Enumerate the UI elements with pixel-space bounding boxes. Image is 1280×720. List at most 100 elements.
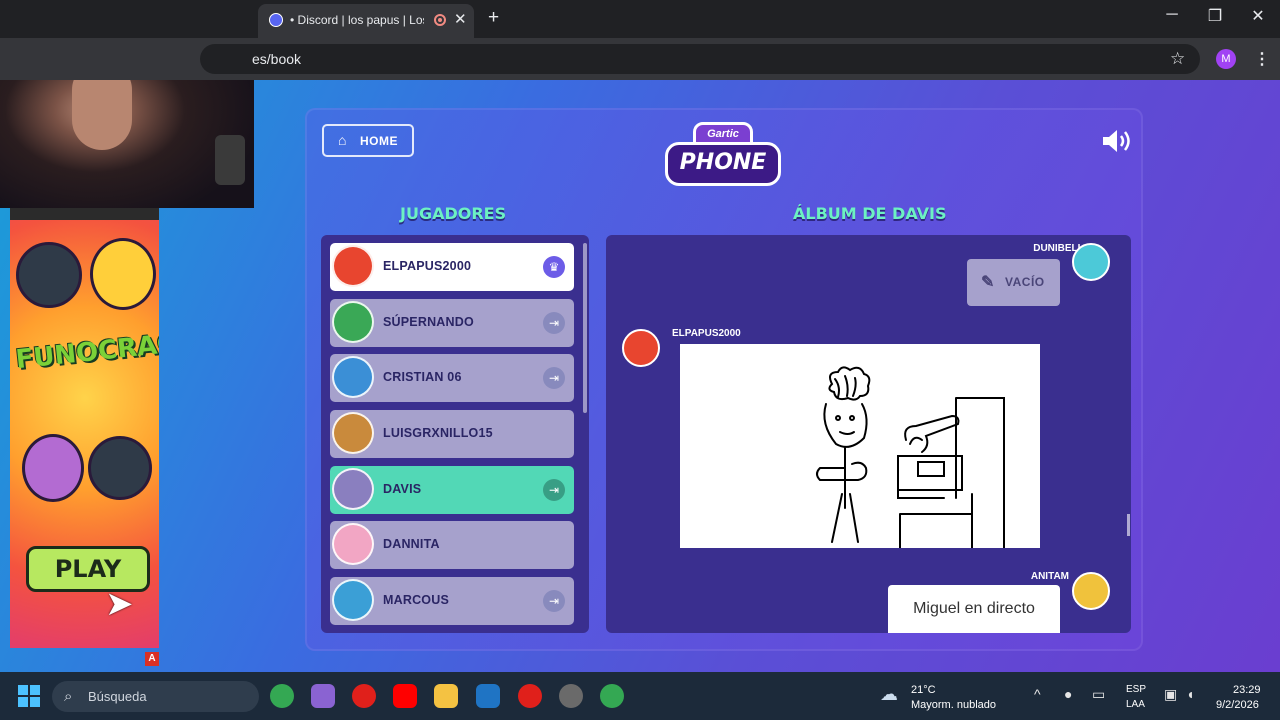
visual-studio-icon[interactable] (476, 684, 500, 708)
player-name: SÚPERNANDO (383, 315, 474, 329)
player-avatar (332, 356, 374, 398)
players-title: JUGADORES (400, 204, 507, 223)
network-icon[interactable]: ▣ (1164, 686, 1177, 703)
player-name: LUISGRXNILLO15 (383, 426, 493, 440)
tab-close-icon[interactable]: ✕ (454, 10, 467, 28)
tray-chevron-icon[interactable]: ^ (1034, 686, 1041, 702)
tab-title: • Discord | los papus | Los p (290, 13, 424, 27)
player-avatar (332, 579, 374, 621)
empty-label: VACÍO (1005, 275, 1045, 289)
discord-favicon-icon (269, 13, 283, 27)
page-content: ⌂ HOME Gartic PHONE JUGADORES ÁLBUM DE D… (0, 80, 1280, 672)
bookmark-star-icon[interactable]: ☆ (1170, 49, 1185, 69)
player-row[interactable]: SÚPERNANDO ⇥ (330, 299, 574, 347)
blond-character-icon (90, 238, 156, 310)
game-card: ⌂ HOME Gartic PHONE JUGADORES ÁLBUM DE D… (305, 108, 1143, 651)
url-field[interactable]: es/book (200, 44, 1200, 74)
profile-avatar[interactable]: M (1216, 49, 1236, 69)
clock-time[interactable]: 23:29 (1233, 684, 1261, 696)
new-tab-button[interactable]: + (488, 7, 499, 29)
album-scrollbar[interactable] (1127, 514, 1130, 536)
copilot-icon[interactable] (311, 684, 335, 708)
kick-icon[interactable]: ⇥ (543, 479, 565, 501)
search-label: Búsqueda (88, 689, 147, 704)
search-icon: ⌕ (64, 688, 73, 705)
temperature: 21°C (911, 684, 936, 696)
youtube-icon[interactable] (393, 684, 417, 708)
opera-icon[interactable] (352, 684, 376, 708)
tongue-emoji-icon (88, 436, 152, 500)
windows-start-icon[interactable] (18, 685, 40, 707)
empty-entry-bubble: ✎ VACÍO (967, 259, 1060, 306)
chrome-profile-icon[interactable] (600, 684, 624, 708)
home-button[interactable]: ⌂ HOME (322, 124, 414, 157)
author-name: ELPAPUS2000 (672, 328, 741, 339)
ad-banner[interactable]: FUNOCRACY PLAY ➤ (10, 208, 159, 648)
close-window-button[interactable]: ✕ (1243, 6, 1273, 26)
language-top[interactable]: ESP (1126, 684, 1146, 695)
microphone-tray-icon[interactable]: ● (1064, 686, 1072, 702)
windows-taskbar: ⌕ Búsqueda ☁ 21°C Mayorm. nublado ^ ● ▭ … (0, 672, 1280, 720)
author-avatar (1072, 572, 1110, 610)
chrome-icon[interactable] (270, 684, 294, 708)
player-avatar (332, 245, 374, 287)
player-avatar (332, 523, 374, 565)
player-name: DAVIS (383, 482, 422, 496)
kick-icon[interactable]: ⇥ (543, 312, 565, 334)
players-scrollbar[interactable] (583, 243, 587, 413)
author-avatar (622, 329, 660, 367)
clock-date[interactable]: 9/2/2026 (1216, 699, 1259, 711)
player-row[interactable]: DANNITA (330, 521, 574, 569)
home-icon: ⌂ (338, 132, 347, 148)
player-name: CRISTIAN 06 (383, 370, 462, 384)
player-row[interactable]: ELPAPUS2000 ♛ (330, 243, 574, 291)
old-man-character-icon (22, 434, 84, 502)
language-bottom[interactable]: LAA (1126, 699, 1145, 710)
player-row[interactable]: LUISGRXNILLO15 (330, 410, 574, 458)
author-avatar (1072, 243, 1110, 281)
players-list: ELPAPUS2000 ♛ SÚPERNANDO ⇥ CRISTIAN 06 ⇥… (321, 235, 589, 633)
player-row[interactable]: CRISTIAN 06 ⇥ (330, 354, 574, 402)
thumbs-up-character-icon (16, 242, 82, 308)
microphone-icon (215, 135, 245, 185)
kick-icon[interactable]: ⇥ (543, 367, 565, 389)
file-explorer-icon[interactable] (434, 684, 458, 708)
player-row[interactable]: MARCOUS ⇥ (330, 577, 574, 625)
ad-top-strip (10, 208, 159, 220)
recording-icon (434, 14, 446, 26)
ad-choices-badge[interactable]: A (145, 652, 159, 666)
browser-tab-bar: • Discord | los papus | Los p ✕ + ─ ❐ ✕ (0, 0, 1280, 38)
streamer-face (72, 80, 132, 150)
cursor-icon: ➤ (105, 585, 134, 623)
taskbar-search[interactable]: ⌕ Búsqueda (52, 681, 259, 712)
maximize-button[interactable]: ❐ (1200, 6, 1230, 26)
pencil-icon: ✎ (981, 274, 995, 291)
browser-menu-icon[interactable]: ⋮ (1254, 49, 1270, 69)
speaker-icon[interactable] (1101, 128, 1133, 154)
opera-gx-icon[interactable] (518, 684, 542, 708)
gartic-phone-logo: Gartic PHONE (665, 122, 781, 194)
album-title: ÁLBUM DE DAVIS (793, 204, 947, 223)
obs-icon[interactable] (559, 684, 583, 708)
player-name: ELPAPUS2000 (383, 259, 472, 273)
address-bar: es/book (0, 38, 1280, 80)
author-name: ANITAM (1030, 571, 1069, 582)
volume-icon[interactable]: ◖ (1186, 686, 1194, 702)
crown-icon: ♛ (543, 256, 565, 278)
logo-big-text: PHONE (665, 142, 781, 186)
home-label: HOME (360, 134, 398, 148)
webcam-overlay (0, 80, 254, 208)
url-text: es/book (252, 51, 302, 67)
player-avatar (332, 412, 374, 454)
weather-icon[interactable]: ☁ (880, 684, 898, 705)
player-name: DANNITA (383, 537, 440, 551)
player-row-active[interactable]: DAVIS ⇥ (330, 466, 574, 514)
keyboard-tray-icon[interactable]: ▭ (1092, 686, 1105, 703)
answer-bubble: Miguel en directo (888, 585, 1060, 633)
album-panel: DUNIBELLA ✎ VACÍO ELPAPUS2000 ANITAM Mig… (606, 235, 1131, 633)
drawing-canvas (680, 344, 1040, 548)
kick-icon[interactable]: ⇥ (543, 590, 565, 612)
minimize-button[interactable]: ─ (1157, 6, 1187, 24)
browser-tab[interactable]: • Discord | los papus | Los p ✕ (258, 4, 474, 38)
weather-condition: Mayorm. nublado (911, 699, 996, 711)
